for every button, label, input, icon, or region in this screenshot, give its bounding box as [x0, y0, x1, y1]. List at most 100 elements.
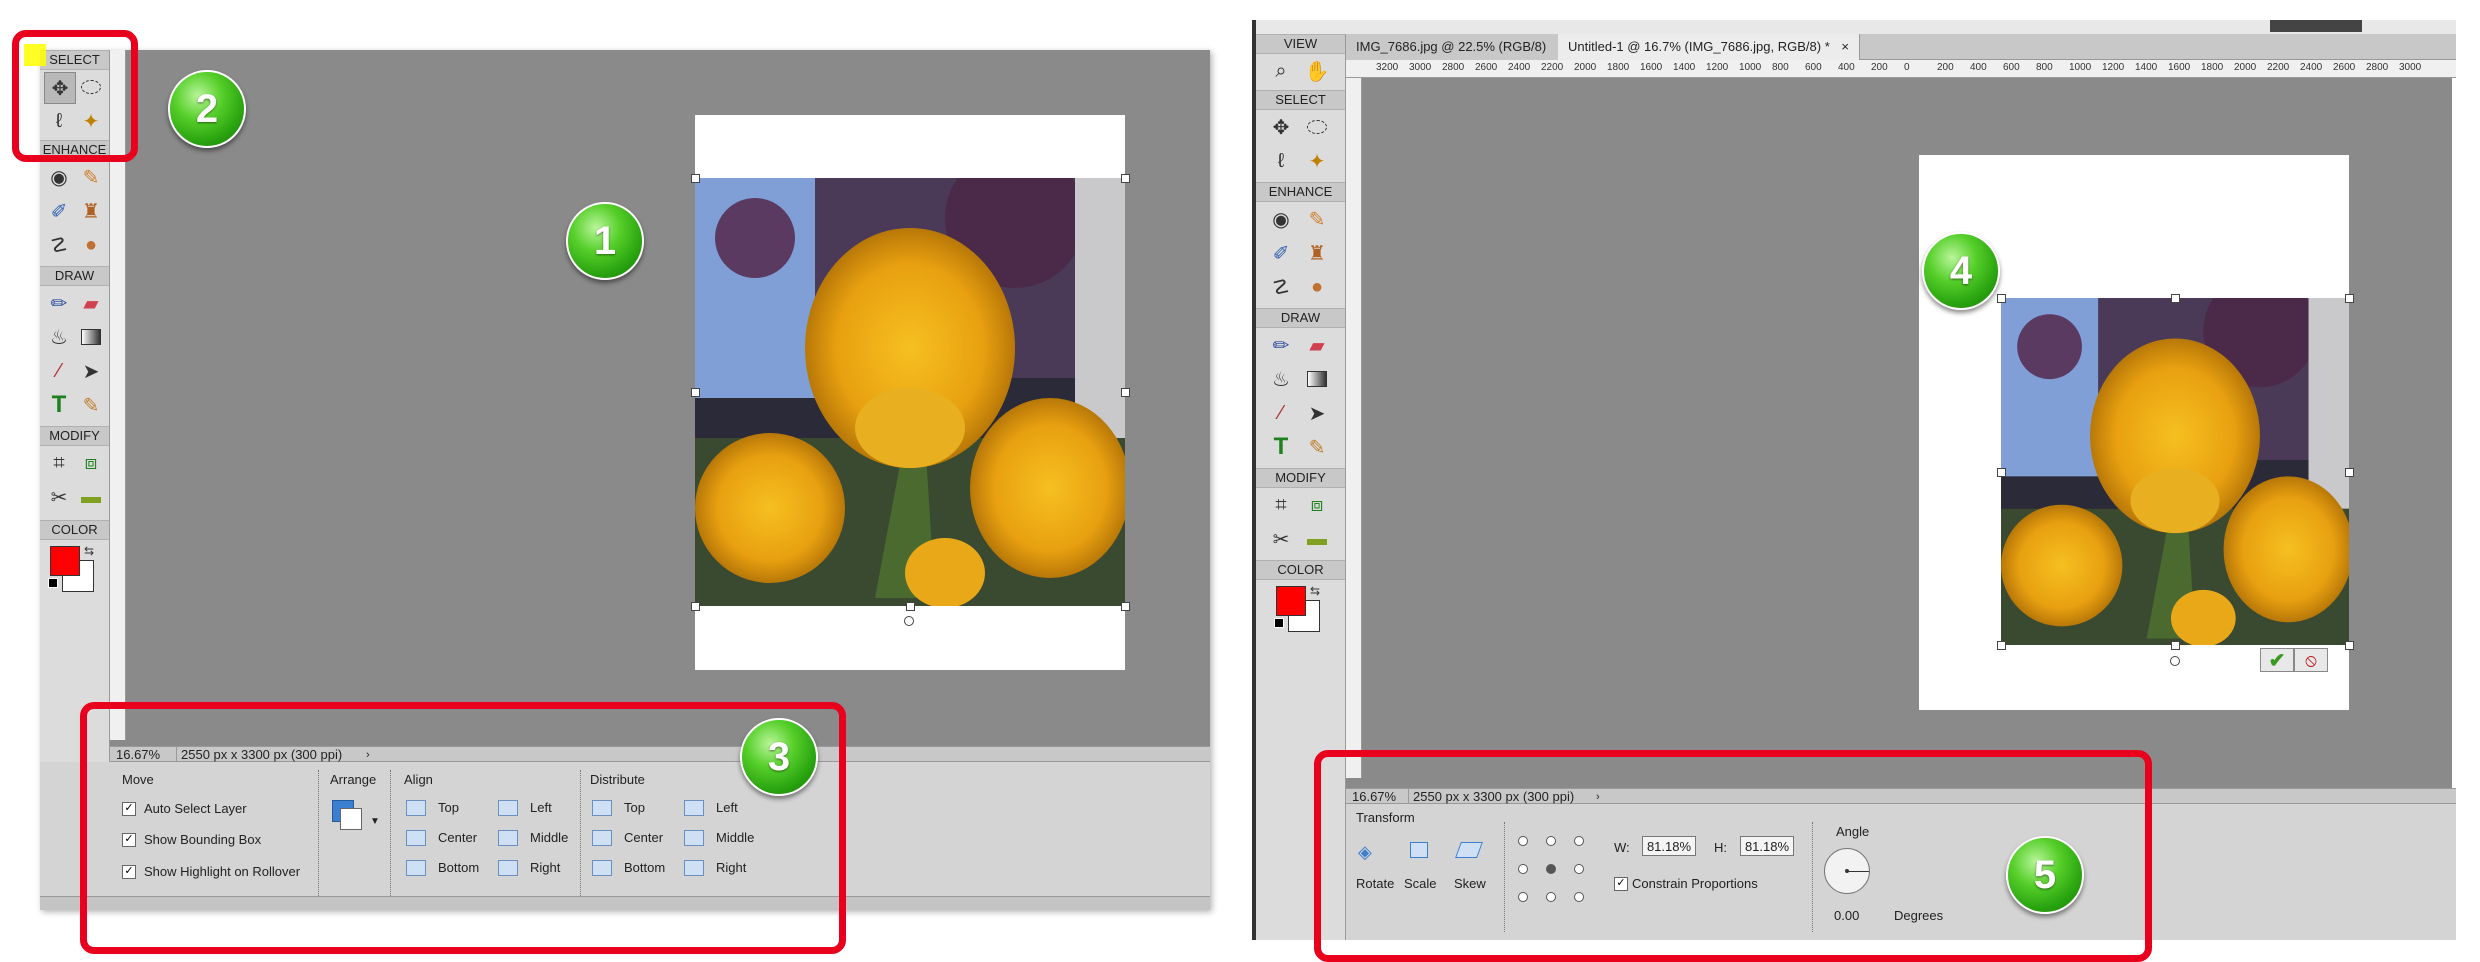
selection-arrow-icon[interactable]: ➤ [1302, 398, 1332, 428]
flower-photo[interactable] [695, 178, 1125, 606]
badge-3: 3 [740, 718, 818, 796]
ruler-tick-label: 600 [1805, 62, 1822, 73]
spot-heal-icon[interactable]: ✎ [76, 162, 106, 192]
ruler-tick-label: 2800 [2366, 62, 2389, 73]
lasso-tool-icon[interactable]: ℓ [1266, 146, 1296, 176]
spot-heal-icon[interactable]: ✎ [1302, 204, 1332, 234]
section-color: COLOR [1256, 560, 1345, 580]
handle-bottom[interactable] [906, 602, 915, 611]
blur-tool-icon[interactable]: ✐ [1266, 238, 1296, 268]
sponge-tool-icon[interactable]: ● [76, 230, 106, 260]
commit-button[interactable]: ✔ [2260, 648, 2294, 672]
sponge-tool-icon[interactable]: ● [1302, 272, 1332, 302]
smudge-tool-icon[interactable]: ☡ [44, 230, 74, 260]
handle-left[interactable] [691, 388, 700, 397]
ruler-tick-label: 1000 [1739, 62, 1762, 73]
swap-colors-icon[interactable]: ⇆ [1310, 584, 1320, 598]
recompose-tool-icon[interactable]: ⧈ [1302, 490, 1332, 520]
ruler-tick-label: 0 [1904, 62, 1910, 73]
move-tool-icon[interactable]: ✥ [1266, 112, 1296, 142]
brush-tool-icon[interactable]: ✏ [44, 288, 74, 318]
badge-4: 4 [1922, 232, 2000, 310]
handle-top[interactable] [2171, 294, 2180, 303]
pencil-tool-icon[interactable]: ✎ [76, 390, 106, 420]
gradient-tool-icon[interactable] [76, 322, 106, 352]
rotate-handle[interactable] [2170, 656, 2180, 666]
magic-wand-icon[interactable]: ✦ [1302, 146, 1332, 176]
flower-image-svg [2001, 298, 2349, 645]
straighten-tool-icon[interactable]: ▬ [1302, 524, 1332, 554]
swap-colors-icon[interactable]: ⇆ [84, 544, 94, 558]
crop-tool-icon[interactable]: ⌗ [1266, 490, 1296, 520]
clone-stamp-icon[interactable]: ♜ [1302, 238, 1332, 268]
crop-tool-icon[interactable]: ⌗ [44, 448, 74, 478]
hand-tool-icon[interactable]: ✋ [1302, 56, 1332, 86]
ruler-tick-label: 2600 [1475, 62, 1498, 73]
ruler-tick-label: 2400 [1508, 62, 1531, 73]
section-draw: DRAW [40, 266, 109, 286]
handle-left[interactable] [1997, 468, 2006, 477]
ruler-tick-label: 800 [2036, 62, 2053, 73]
recompose-tool-icon[interactable]: ⧈ [76, 448, 106, 478]
ruler-tick-label: 2600 [2333, 62, 2356, 73]
type-tool-icon[interactable]: T [44, 390, 74, 420]
handle-bottom-left[interactable] [691, 602, 700, 611]
handle-bottom-right[interactable] [2345, 641, 2354, 650]
handle-top-left[interactable] [691, 174, 700, 183]
handle-top-right[interactable] [1121, 174, 1130, 183]
badge-2: 2 [168, 70, 246, 148]
selection-arrow-icon[interactable]: ➤ [76, 356, 106, 386]
straighten-tool-icon[interactable]: ▬ [76, 482, 106, 512]
tab-close-icon[interactable]: × [1841, 39, 1849, 54]
section-draw: DRAW [1256, 308, 1345, 328]
handle-right[interactable] [2345, 468, 2354, 477]
handle-bottom-right[interactable] [1121, 602, 1130, 611]
foreground-color-swatch[interactable] [50, 546, 80, 576]
default-colors-icon[interactable] [48, 578, 58, 588]
section-enhance: ENHANCE [1256, 182, 1345, 202]
ruler-tick-label: 1800 [1607, 62, 1630, 73]
flower-photo-scaled[interactable] [2001, 298, 2349, 645]
brush-tool-icon[interactable]: ✏ [1266, 330, 1296, 360]
handle-bottom[interactable] [2171, 641, 2180, 650]
eyedropper-icon[interactable]: ⁄ [1266, 398, 1296, 428]
gradient-tool-icon[interactable] [1302, 364, 1332, 394]
eraser-tool-icon[interactable]: ▰ [76, 288, 106, 318]
cancel-button[interactable]: ⦸ [2294, 648, 2328, 672]
ruler-tick-label: 2400 [2300, 62, 2323, 73]
ruler-tick-label: 3000 [1409, 62, 1432, 73]
ruler-tick-label: 3200 [1376, 62, 1399, 73]
content-move-icon[interactable]: ✂ [44, 482, 74, 512]
paint-bucket-icon[interactable]: ♨ [1266, 364, 1296, 394]
clone-stamp-icon[interactable]: ♜ [76, 196, 106, 226]
ruler-tick-label: 600 [2003, 62, 2020, 73]
eye-tool-icon[interactable]: ◉ [1266, 204, 1296, 234]
handle-top-left[interactable] [1997, 294, 2006, 303]
pencil-tool-icon[interactable]: ✎ [1302, 432, 1332, 462]
ruler-tick-label: 1000 [2069, 62, 2092, 73]
handle-top-right[interactable] [2345, 294, 2354, 303]
blur-tool-icon[interactable]: ✐ [44, 196, 74, 226]
tab-img-7686[interactable]: IMG_7686.jpg @ 22.5% (RGB/8) × [1346, 34, 1577, 60]
smudge-tool-icon[interactable]: ☡ [1266, 272, 1296, 302]
rotate-handle[interactable] [904, 616, 914, 626]
eye-tool-icon[interactable]: ◉ [44, 162, 74, 192]
section-modify: MODIFY [1256, 468, 1345, 488]
paint-bucket-icon[interactable]: ♨ [44, 322, 74, 352]
ruler-tick-label: 2000 [2234, 62, 2257, 73]
foreground-color-swatch[interactable] [1276, 586, 1306, 616]
eraser-tool-icon[interactable]: ▰ [1302, 330, 1332, 360]
content-move-icon[interactable]: ✂ [1266, 524, 1296, 554]
eyedropper-icon[interactable]: ⁄ [44, 356, 74, 386]
zoom-tool-icon[interactable]: ⌕ [1266, 56, 1296, 86]
type-tool-icon[interactable]: T [1266, 432, 1296, 462]
top-dark-button [2270, 20, 2362, 32]
marquee-tool-icon[interactable] [1302, 112, 1332, 142]
handle-right[interactable] [1121, 388, 1130, 397]
handle-bottom-left[interactable] [1997, 641, 2006, 650]
ruler-tick-label: 1800 [2201, 62, 2224, 73]
default-colors-icon[interactable] [1274, 618, 1284, 628]
callout-options-panel [80, 702, 846, 954]
flower-image-svg [695, 178, 1125, 606]
tab-untitled-1[interactable]: Untitled-1 @ 16.7% (IMG_7686.jpg, RGB/8)… [1558, 34, 1860, 60]
